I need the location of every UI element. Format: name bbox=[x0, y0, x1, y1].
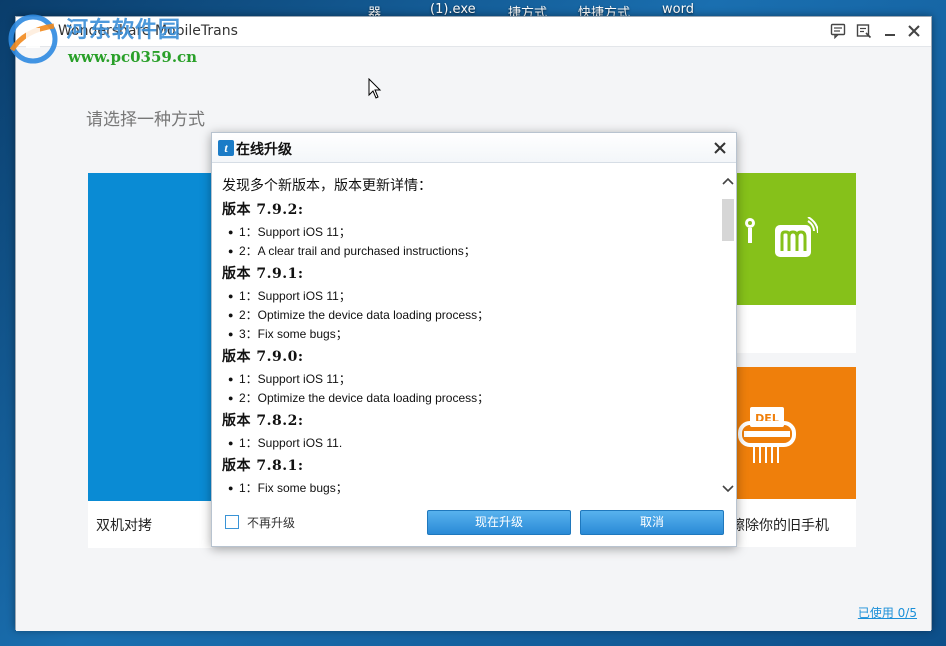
close-icon[interactable] bbox=[904, 21, 924, 41]
phone-transfer-label: 双机对拷 bbox=[96, 518, 152, 534]
phone-transfer-card-banner bbox=[88, 173, 212, 501]
phone-transfer-card[interactable]: 双机对拷 bbox=[88, 173, 212, 548]
mouse-cursor-icon bbox=[368, 77, 382, 104]
minimize-icon[interactable] bbox=[880, 21, 900, 41]
release-note-item: ● 2：Optimize the device data loading proc… bbox=[228, 391, 490, 405]
dialog-close-icon[interactable] bbox=[710, 138, 730, 158]
shredder-icon: DEL bbox=[736, 405, 800, 471]
scroll-thumb[interactable] bbox=[722, 199, 734, 241]
version-title: 版本 7.9.2: bbox=[222, 202, 304, 218]
dialog-title: 在线升级 bbox=[236, 142, 292, 158]
release-note-item: ● 2：Optimize the device data loading proc… bbox=[228, 308, 490, 322]
release-note-item: ● 2：A clear trail and purchased instructi… bbox=[228, 244, 476, 258]
cancel-button[interactable]: 取消 bbox=[580, 510, 724, 535]
version-block: 版本 7.9.1: ● 1：Support iOS 11； ● 2：Optimize… bbox=[222, 263, 722, 344]
desktop-icon-label[interactable]: (1).exe bbox=[430, 2, 476, 17]
version-title: 版本 7.8.2: bbox=[222, 413, 304, 429]
backup-card-banner bbox=[736, 173, 856, 305]
erase-card-banner: DEL bbox=[736, 367, 856, 499]
usage-link[interactable]: 已使用 0/5 bbox=[858, 604, 917, 621]
no-upgrade-checkbox[interactable] bbox=[225, 515, 239, 529]
version-block: 版本 7.9.0: ● 1：Support iOS 11； ● 2：Optimize… bbox=[222, 346, 722, 408]
mode-heading: 请选择一种方式 bbox=[86, 110, 205, 130]
version-block: 版本 7.8.2: ● 1：Support iOS 11. bbox=[222, 410, 722, 453]
release-note-item: ● 1：Fix some bugs； bbox=[228, 481, 348, 495]
erase-card-label: 擦除你的旧手机 bbox=[731, 518, 829, 534]
release-notes-intro: 发现多个新版本，版本更新详情： bbox=[222, 178, 432, 194]
watermark-title: 河东软件园 bbox=[66, 18, 182, 43]
key-icon bbox=[744, 217, 756, 249]
watermark-url: www.pc0359.cn bbox=[68, 48, 198, 66]
desktop-icon-label[interactable]: word bbox=[662, 2, 694, 17]
backup-card[interactable] bbox=[736, 173, 856, 353]
release-notes[interactable]: 发现多个新版本，版本更新详情： 版本 7.9.2: ● 1：Support iOS… bbox=[222, 173, 722, 495]
dialog-header: t 在线升级 bbox=[212, 133, 736, 163]
register-icon[interactable] bbox=[854, 21, 874, 41]
dialog-footer: 不再升级 现在升级 取消 bbox=[212, 503, 736, 547]
erase-card[interactable]: DEL 擦除你的旧手机 bbox=[731, 367, 856, 547]
feedback-icon[interactable] bbox=[828, 21, 848, 41]
no-upgrade-label[interactable]: 不再升级 bbox=[247, 514, 295, 531]
release-note-item: ● 1：Support iOS 11； bbox=[228, 289, 351, 303]
version-block: 版本 7.9.2: ● 1：Support iOS 11； ● 2：A clear … bbox=[222, 199, 722, 261]
mobilego-icon bbox=[774, 216, 819, 263]
version-block: 版本 7.8.1: ● 1：Fix some bugs； bbox=[222, 455, 722, 495]
version-title: 版本 7.9.0: bbox=[222, 349, 304, 365]
release-note-item: ● 3：Fix some bugs； bbox=[228, 327, 348, 341]
app-logo-icon: t bbox=[218, 140, 234, 156]
scroll-down-icon[interactable] bbox=[721, 481, 735, 497]
release-notes-scrollbar[interactable] bbox=[721, 173, 735, 497]
version-title: 版本 7.8.1: bbox=[222, 458, 304, 474]
scroll-up-icon[interactable] bbox=[721, 173, 735, 189]
version-title: 版本 7.9.1: bbox=[222, 266, 304, 282]
release-note-item: ● 1：Support iOS 11； bbox=[228, 225, 351, 239]
update-dialog: t 在线升级 发现多个新版本，版本更新详情： 版本 7.9.2: ● 1：Supp… bbox=[211, 132, 737, 547]
upgrade-now-button[interactable]: 现在升级 bbox=[427, 510, 571, 535]
release-note-item: ● 1：Support iOS 11； bbox=[228, 372, 351, 386]
release-note-item: ● 1：Support iOS 11. bbox=[228, 436, 343, 450]
watermark-logo bbox=[4, 10, 62, 68]
